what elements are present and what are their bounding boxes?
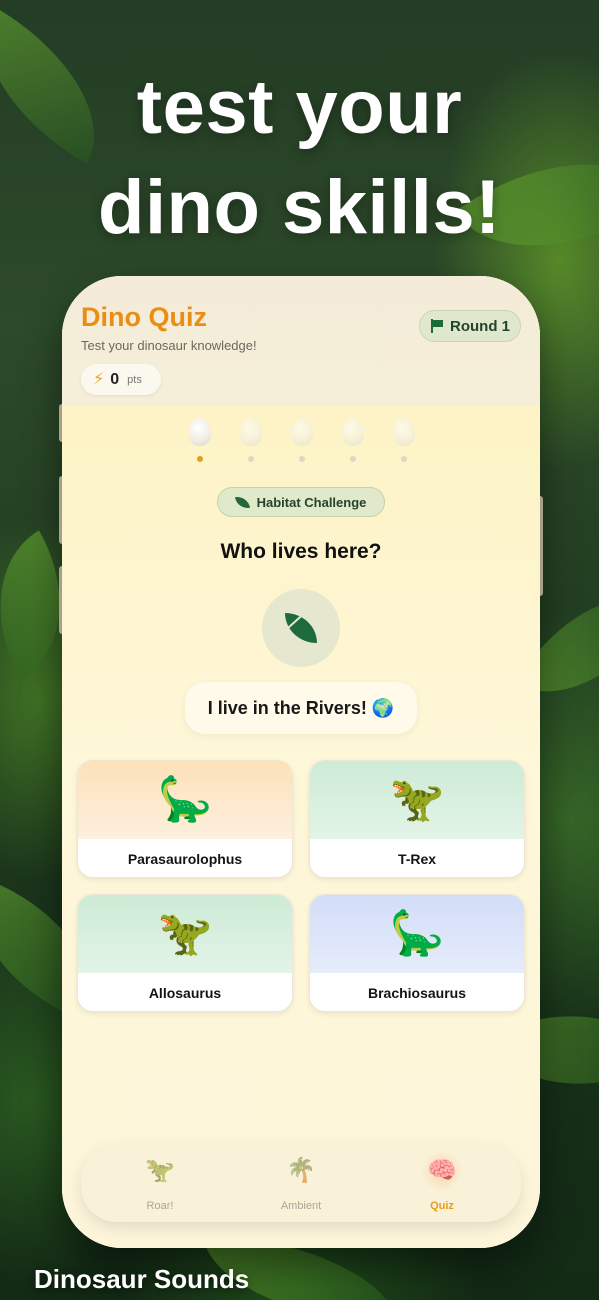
dinosaur-icon: 🦖 <box>157 909 213 958</box>
round-badge: Round 1 <box>419 310 521 342</box>
challenge-type-badge: Habitat Challenge <box>217 487 385 517</box>
option-art: 🦖 <box>310 761 524 839</box>
answer-option-allosaurus[interactable]: 🦖 Allosaurus <box>77 894 293 1012</box>
bolt-icon: ⚡ <box>93 370 105 388</box>
progress-dot <box>299 456 305 462</box>
clue-bubble: I live in the Rivers! 🌍 <box>185 682 417 734</box>
progress-dot <box>248 456 254 462</box>
quiz-header: Dino Quiz Test your dinosaur knowledge! … <box>62 276 540 406</box>
tab-ambient[interactable]: 🌴 Ambient <box>246 1144 356 1222</box>
points-badge: ⚡ 0 pts <box>81 364 161 395</box>
dinosaur-icon: 🦕 <box>157 775 213 824</box>
option-art: 🦕 <box>310 895 524 973</box>
progress-dot <box>401 456 407 462</box>
points-value: 0 <box>110 370 120 388</box>
leaf-icon <box>285 613 317 643</box>
option-art: 🦕 <box>78 761 292 839</box>
option-label: Brachiosaurus <box>310 973 524 1011</box>
egg-icon <box>291 418 313 446</box>
phone-frame: Dino Quiz Test your dinosaur knowledge! … <box>62 276 540 1248</box>
palm-tree-icon: 🌴 <box>286 1157 316 1184</box>
tab-label: Roar! <box>146 1200 174 1212</box>
tab-label: Ambient <box>280 1200 322 1212</box>
brain-icon: 🧠 <box>427 1157 457 1184</box>
tab-label: Quiz <box>430 1200 454 1212</box>
dinosaur-icon: 🦕 <box>389 909 445 958</box>
promo-headline: test your dino skills! <box>0 58 599 258</box>
question-text: Who lives here? <box>220 540 382 563</box>
answer-option-brachiosaurus[interactable]: 🦕 Brachiosaurus <box>309 894 525 1012</box>
bottom-tab-bar: 🦖 Roar! 🌴 Ambient 🧠 Quiz <box>81 1144 521 1222</box>
egg-icon <box>240 418 262 446</box>
question-progress <box>184 418 416 468</box>
headline-line-1: test your <box>136 65 463 150</box>
answer-options: 🦕 Parasaurolophus 🦖 T-Rex 🦖 Allosaurus 🦕 <box>77 760 526 1012</box>
points-unit: pts <box>127 373 142 386</box>
option-art: 🦖 <box>78 895 292 973</box>
option-label: Allosaurus <box>78 973 292 1011</box>
challenge-label: Habitat Challenge <box>256 494 367 510</box>
egg-icon <box>342 418 364 446</box>
progress-dot <box>350 456 356 462</box>
progress-dot-active <box>197 456 203 462</box>
flag-icon <box>430 319 443 333</box>
page-subtitle: Test your dinosaur knowledge! <box>81 338 257 353</box>
page-title: Dino Quiz <box>81 302 207 332</box>
option-label: T-Rex <box>310 839 524 877</box>
answer-option-t-rex[interactable]: 🦖 T-Rex <box>309 760 525 878</box>
dinosaur-icon: 🦖 <box>389 775 445 824</box>
tab-quiz[interactable]: 🧠 Quiz <box>387 1144 497 1222</box>
round-label: Round 1 <box>450 317 510 335</box>
option-label: Parasaurolophus <box>78 839 292 877</box>
dinosaur-icon: 🦖 <box>145 1157 175 1184</box>
leaf-icon <box>234 494 250 510</box>
habitat-illustration <box>262 589 340 667</box>
answer-option-parasaurolophus[interactable]: 🦕 Parasaurolophus <box>77 760 293 878</box>
tab-roar[interactable]: 🦖 Roar! <box>105 1144 215 1222</box>
app-name-caption: Dinosaur Sounds <box>34 1264 250 1294</box>
egg-icon <box>393 418 415 446</box>
app-screen: Dino Quiz Test your dinosaur knowledge! … <box>62 276 540 1248</box>
egg-icon <box>189 418 211 446</box>
headline-line-2: dino skills! <box>98 165 501 250</box>
